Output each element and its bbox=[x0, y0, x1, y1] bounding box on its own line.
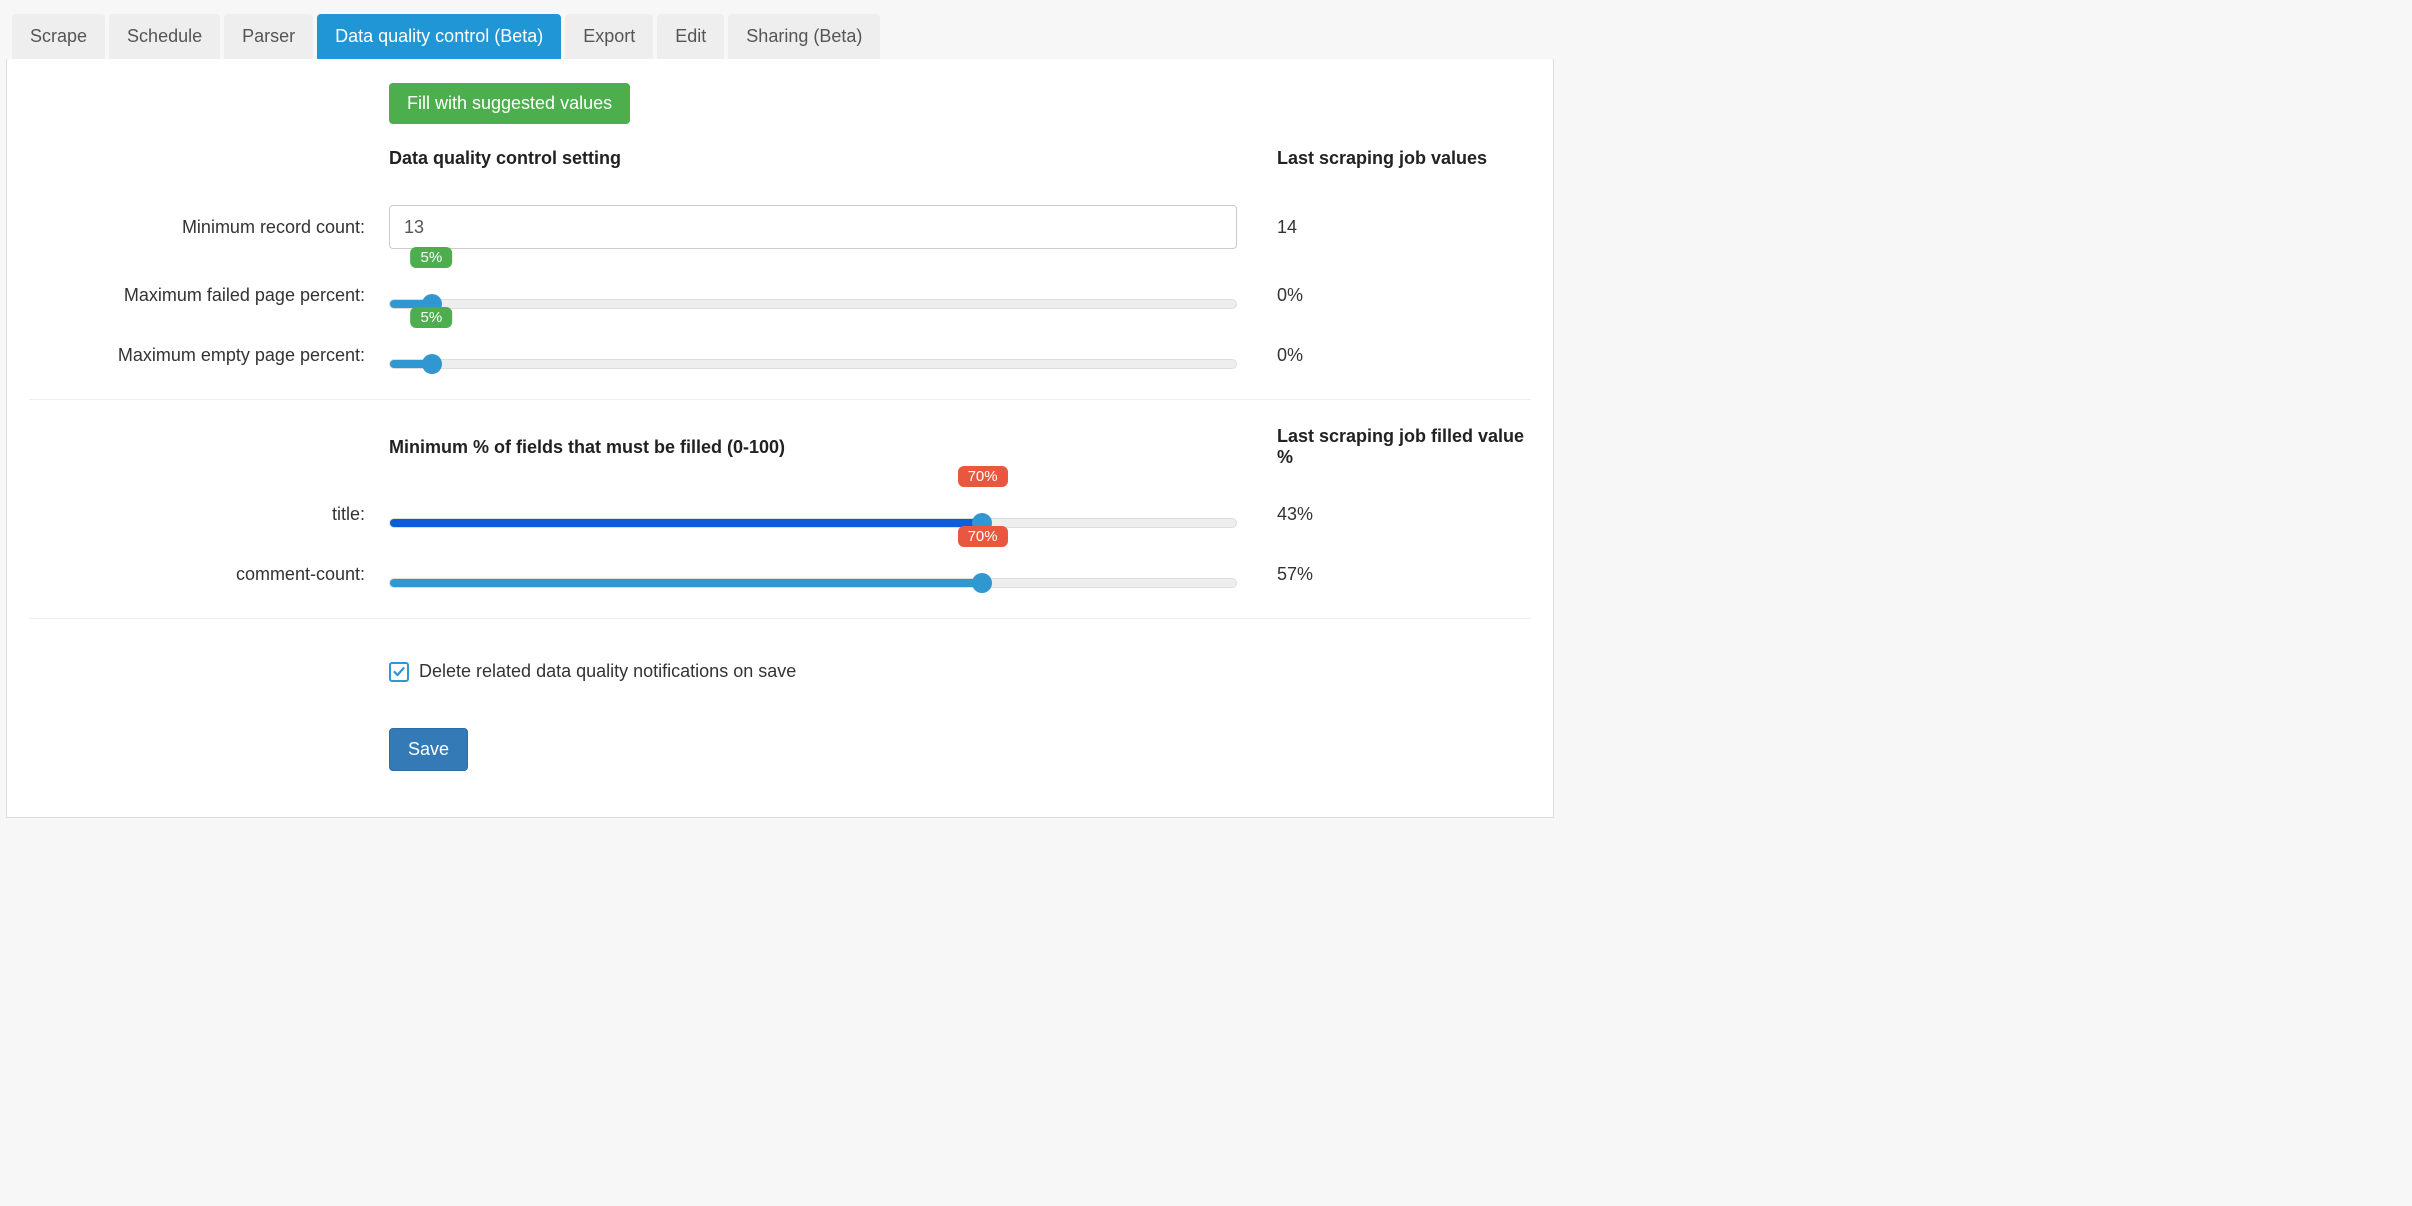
section-divider bbox=[29, 618, 1531, 619]
fill-suggested-button[interactable]: Fill with suggested values bbox=[389, 83, 630, 124]
max-failed-page-slider[interactable]: 5% bbox=[389, 273, 1237, 317]
content-panel: Fill with suggested values Data quality … bbox=[6, 59, 1554, 818]
last-max-failed-page: 0% bbox=[1277, 285, 1303, 305]
save-button[interactable]: Save bbox=[389, 728, 468, 771]
slider-tooltip: 70% bbox=[958, 526, 1008, 547]
heading-last-filled-pct: Last scraping job filled value % bbox=[1237, 426, 1537, 468]
min-record-count-input[interactable] bbox=[389, 205, 1237, 249]
comment-count-slider[interactable]: 70% bbox=[389, 552, 1237, 596]
tab-edit[interactable]: Edit bbox=[657, 14, 724, 59]
check-icon bbox=[393, 666, 405, 678]
last-max-empty-page: 0% bbox=[1277, 345, 1303, 365]
slider-thumb[interactable] bbox=[972, 573, 992, 593]
slider-thumb[interactable] bbox=[422, 354, 442, 374]
tab-schedule[interactable]: Schedule bbox=[109, 14, 220, 59]
last-comment-count-pct: 57% bbox=[1277, 564, 1313, 584]
delete-notifications-checkbox[interactable] bbox=[389, 662, 409, 682]
slider-tooltip: 70% bbox=[958, 466, 1008, 487]
tab-parser[interactable]: Parser bbox=[224, 14, 313, 59]
tab-data-quality[interactable]: Data quality control (Beta) bbox=[317, 14, 561, 59]
max-empty-page-slider[interactable]: 5% bbox=[389, 333, 1237, 377]
tabs-bar: Scrape Schedule Parser Data quality cont… bbox=[0, 0, 1560, 59]
tab-scrape[interactable]: Scrape bbox=[12, 14, 105, 59]
label-max-failed-page: Maximum failed page percent: bbox=[124, 285, 365, 305]
heading-min-pct-fields: Minimum % of fields that must be filled … bbox=[389, 437, 1237, 458]
slider-tooltip: 5% bbox=[411, 247, 453, 268]
label-max-empty-page: Maximum empty page percent: bbox=[118, 345, 365, 365]
heading-data-quality-setting: Data quality control setting bbox=[389, 148, 1237, 169]
slider-tooltip: 5% bbox=[411, 307, 453, 328]
title-slider[interactable]: 70% bbox=[389, 492, 1237, 536]
label-title-field: title: bbox=[332, 504, 365, 524]
heading-last-values: Last scraping job values bbox=[1237, 148, 1537, 169]
tab-export[interactable]: Export bbox=[565, 14, 653, 59]
last-min-record-count: 14 bbox=[1277, 217, 1297, 237]
section-divider bbox=[29, 399, 1531, 400]
tab-sharing[interactable]: Sharing (Beta) bbox=[728, 14, 880, 59]
last-title-pct: 43% bbox=[1277, 504, 1313, 524]
label-comment-count-field: comment-count: bbox=[236, 564, 365, 584]
delete-notifications-label: Delete related data quality notification… bbox=[419, 661, 796, 682]
label-min-record-count: Minimum record count: bbox=[182, 217, 365, 237]
